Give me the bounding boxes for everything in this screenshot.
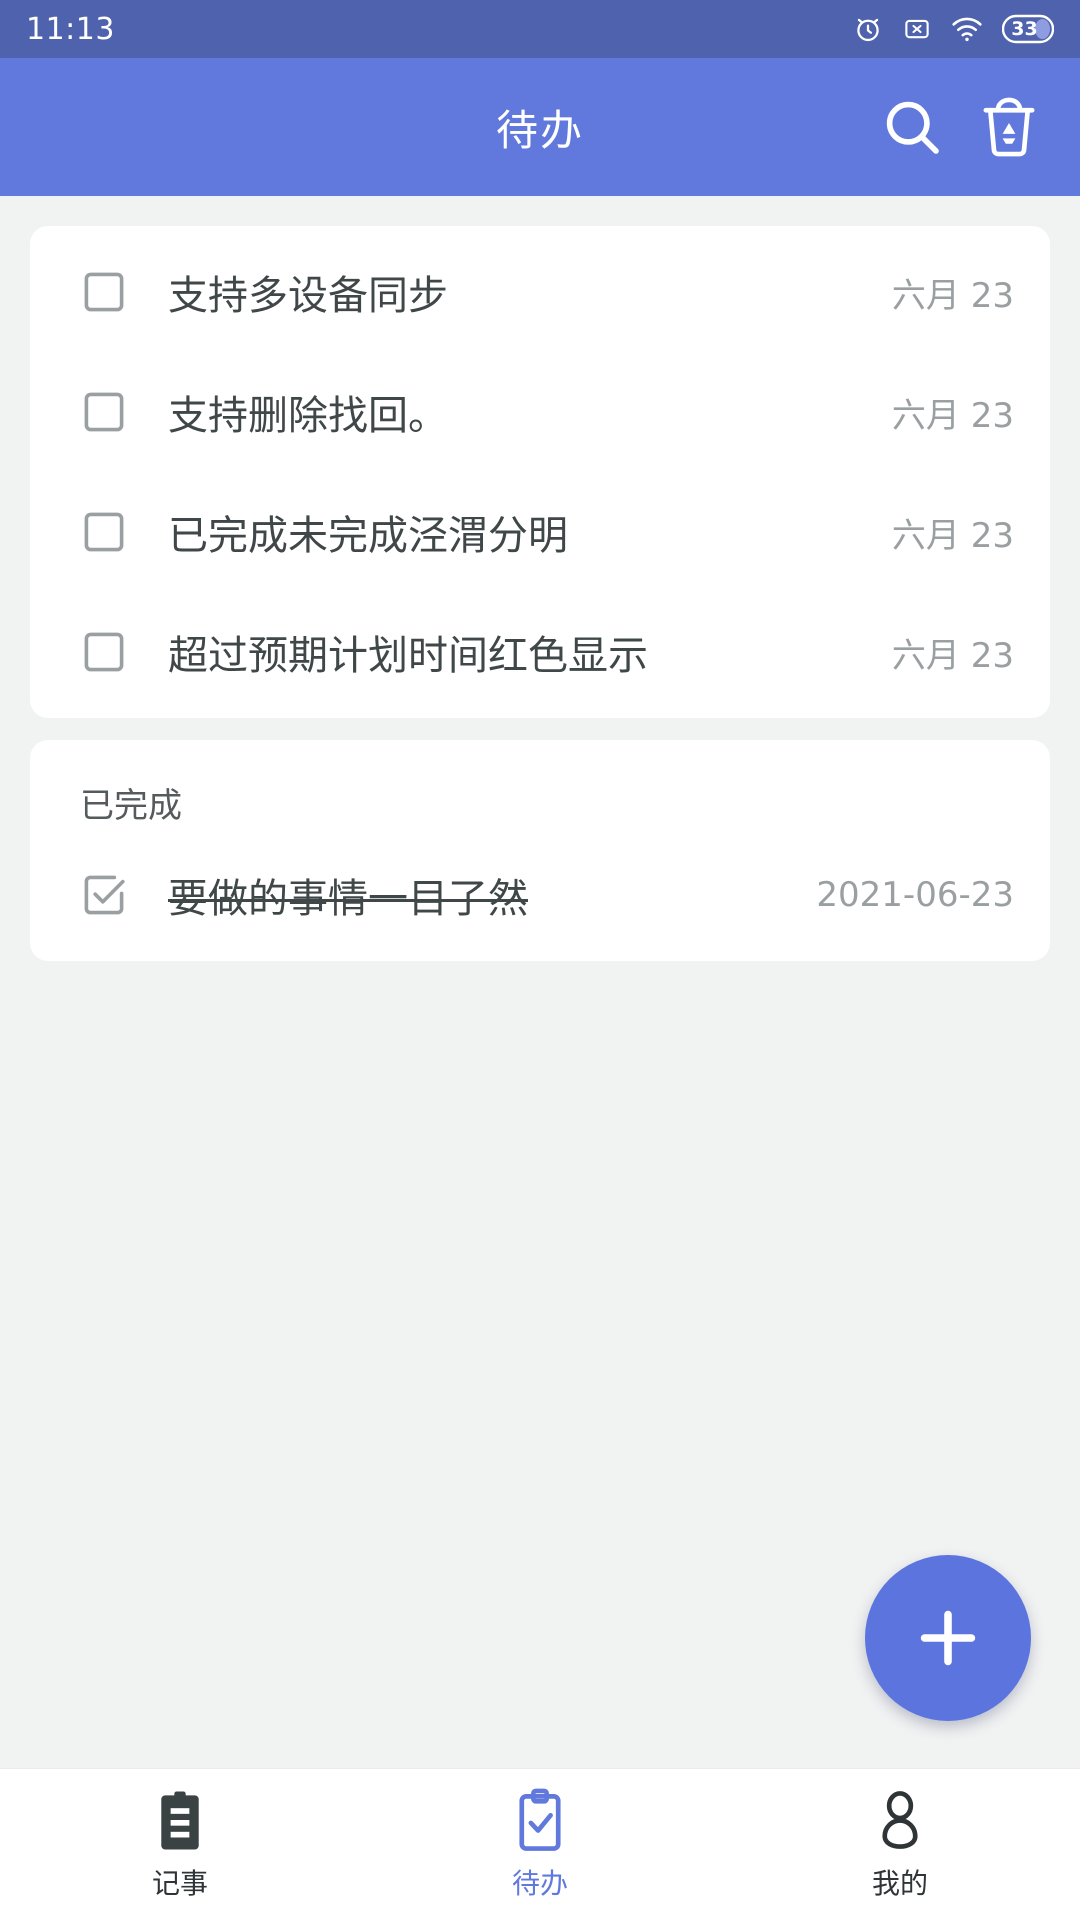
checkbox-unchecked-icon[interactable]: [80, 388, 128, 436]
no-sim-icon: [902, 14, 932, 44]
status-icons: 33: [852, 13, 1054, 45]
bottom-navigation: 记事 待办 我的: [0, 1768, 1080, 1920]
todo-date: 六月 23: [891, 515, 1014, 556]
todo-date: 六月 23: [891, 275, 1014, 316]
alarm-icon: [852, 13, 884, 45]
done-section-title: 已完成: [80, 786, 182, 826]
table-row[interactable]: 已完成未完成泾渭分明 六月 23: [30, 472, 1050, 592]
table-row[interactable]: 超过预期计划时间红色显示 六月 23: [30, 592, 1050, 712]
nav-label-profile: 我的: [871, 1866, 928, 1900]
clipboard-notes-icon: [150, 1788, 210, 1852]
clipboard-check-icon: [510, 1788, 570, 1852]
todo-title: 超过预期计划时间红色显示: [168, 633, 648, 679]
todo-date: 六月 23: [891, 635, 1014, 676]
todo-title: 支持删除找回。: [168, 393, 448, 439]
app-bar-actions: [880, 95, 1080, 159]
done-title: 要做的事情一目了然: [168, 876, 528, 922]
todo-title: 支持多设备同步: [168, 273, 448, 319]
checkbox-unchecked-icon[interactable]: [80, 268, 128, 316]
status-bar: 11:13 33: [0, 0, 1080, 58]
table-row[interactable]: 支持删除找回。 六月 23: [30, 352, 1050, 472]
table-row[interactable]: 支持多设备同步 六月 23: [30, 232, 1050, 352]
todo-card: 支持多设备同步 六月 23 支持删除找回。 六月 23 已完成未完成泾渭分明 六…: [30, 226, 1050, 718]
search-icon[interactable]: [880, 95, 944, 159]
recycle-bin-icon[interactable]: [980, 95, 1038, 159]
person-icon: [870, 1788, 930, 1852]
nav-item-profile[interactable]: 我的: [720, 1769, 1080, 1920]
nav-item-todo[interactable]: 待办: [360, 1769, 720, 1920]
todo-title: 已完成未完成泾渭分明: [168, 513, 568, 559]
checkbox-unchecked-icon[interactable]: [80, 508, 128, 556]
table-row[interactable]: 要做的事情一目了然 2021-06-23: [30, 835, 1050, 955]
nav-label-todo: 待办: [511, 1866, 568, 1900]
status-time: 11:13: [26, 11, 115, 47]
content-area: 支持多设备同步 六月 23 支持删除找回。 六月 23 已完成未完成泾渭分明 六…: [0, 196, 1080, 1768]
app-bar: 待办: [0, 58, 1080, 196]
done-date: 2021-06-23: [816, 875, 1014, 915]
battery-icon: 33: [1002, 14, 1054, 44]
wifi-icon: [950, 14, 984, 44]
done-card: 已完成 要做的事情一目了然 2021-06-23: [30, 740, 1050, 961]
add-icon: [910, 1600, 986, 1676]
checkbox-unchecked-icon[interactable]: [80, 628, 128, 676]
nav-item-notes[interactable]: 记事: [0, 1769, 360, 1920]
todo-date: 六月 23: [891, 395, 1014, 436]
add-task-fab[interactable]: [865, 1555, 1031, 1721]
checkbox-checked-icon[interactable]: [80, 871, 128, 919]
battery-level: 33: [1011, 18, 1038, 40]
nav-label-notes: 记事: [151, 1866, 208, 1900]
